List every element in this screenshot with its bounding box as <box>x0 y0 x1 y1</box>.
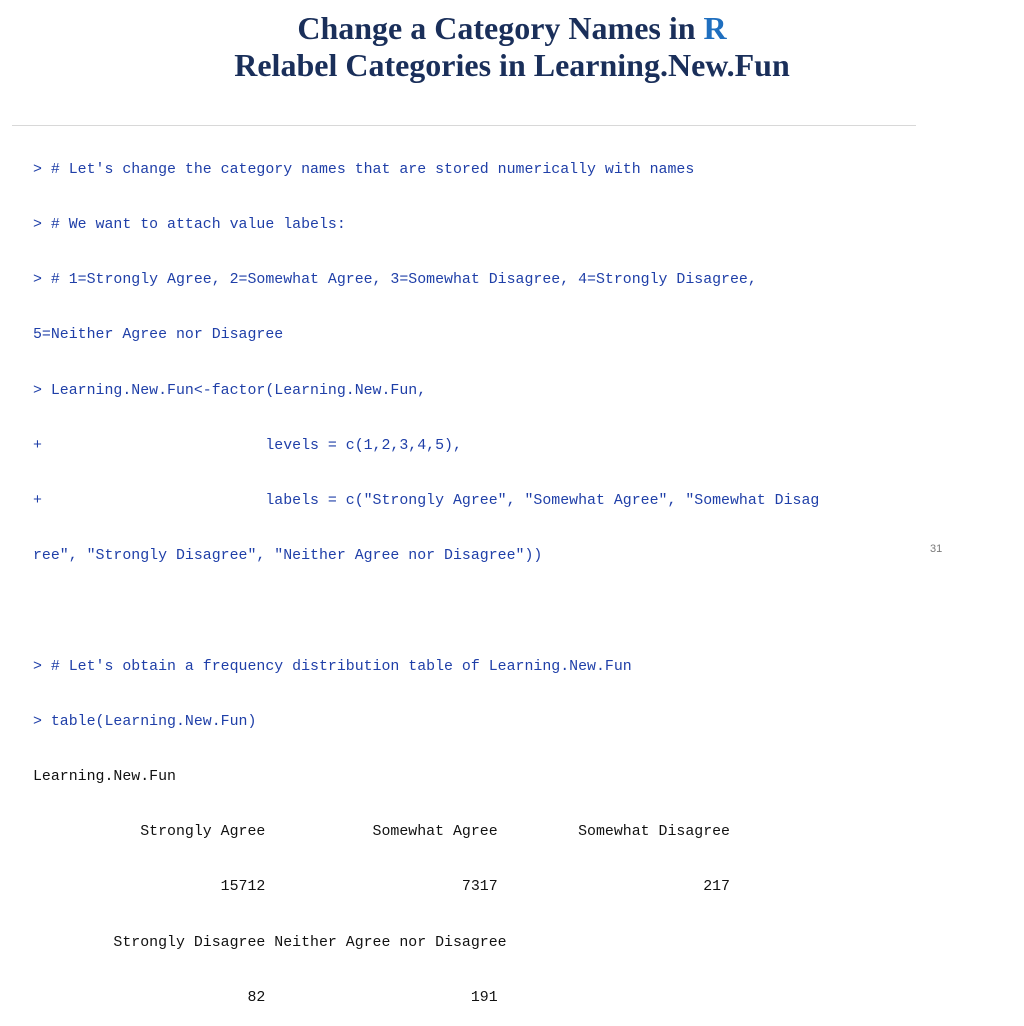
console-line: ree", "Strongly Disagree", "Neither Agre… <box>33 548 543 565</box>
title-line-1-text: Change a Category Names in <box>297 10 704 46</box>
title-line-1: Change a Category Names in R <box>0 10 1024 47</box>
console-output-line: Strongly Agree Somewhat Agree Somewhat D… <box>33 824 730 841</box>
console-line: + labels = c("Strongly Agree", "Somewhat… <box>33 493 820 510</box>
slide-title: Change a Category Names in R Relabel Cat… <box>0 10 1024 84</box>
console-output-line: 15712 7317 217 <box>33 879 730 896</box>
console-line: > # We want to attach value labels: <box>33 217 346 234</box>
console-output-line: 82 191 <box>33 989 498 1006</box>
console-output-line: Strongly Disagree Neither Agree nor Disa… <box>33 934 507 951</box>
console-line: > Learning.New.Fun<-factor(Learning.New.… <box>33 382 427 399</box>
title-line-2: Relabel Categories in Learning.New.Fun <box>234 47 790 83</box>
title-accent-r: R <box>703 10 727 46</box>
console-line: > # Let's obtain a frequency distributio… <box>33 658 632 675</box>
console-output-line: Learning.New.Fun <box>33 769 176 786</box>
console-line: > # Let's change the category names that… <box>33 161 695 178</box>
console-line: + levels = c(1,2,3,4,5), <box>33 437 462 454</box>
console-line: > # 1=Strongly Agree, 2=Somewhat Agree, … <box>33 272 757 289</box>
console-line: > table(Learning.New.Fun) <box>33 713 257 730</box>
console-line: 5=Neither Agree nor Disagree <box>33 327 284 344</box>
r-console-output: > # Let's change the category names that… <box>33 124 918 1026</box>
slide-page-number: 31 <box>930 543 943 555</box>
